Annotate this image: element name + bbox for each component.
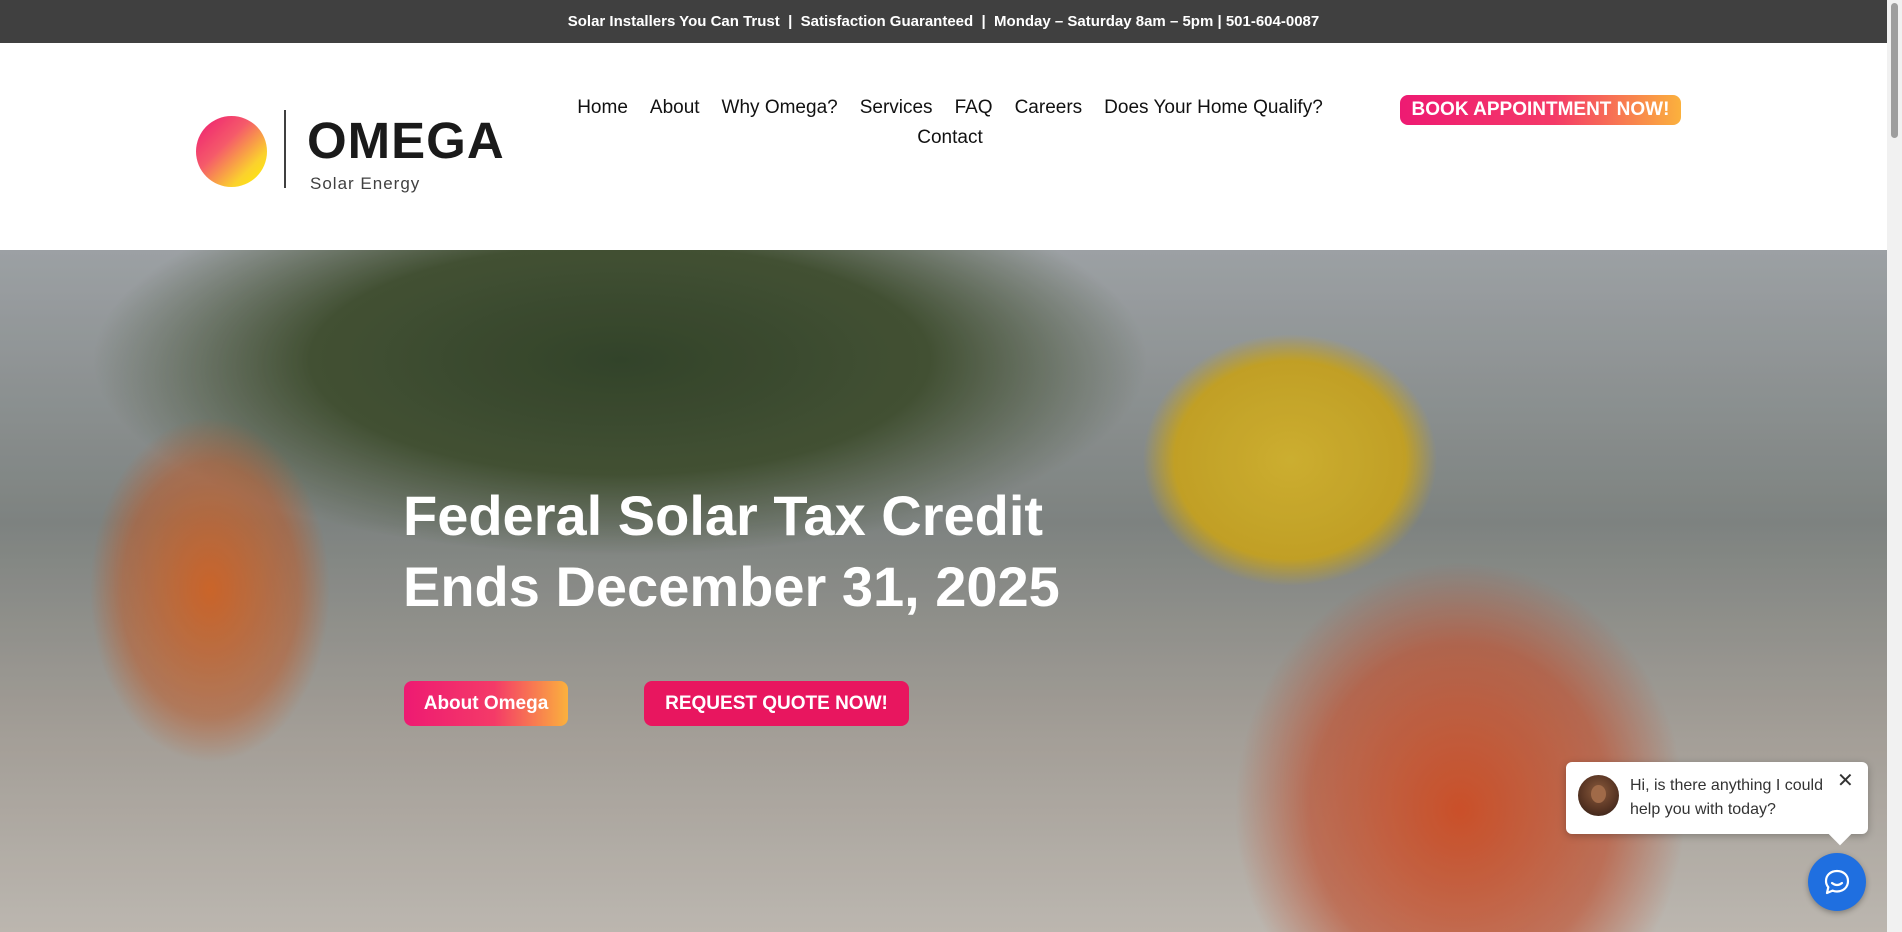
top-info-bar: Solar Installers You Can Trust | Satisfa… (0, 0, 1887, 43)
topbar-guarantee: Satisfaction Guaranteed (800, 13, 974, 30)
book-appointment-button[interactable]: BOOK APPOINTMENT NOW! (1400, 95, 1681, 125)
topbar-tagline: Solar Installers You Can Trust (567, 13, 780, 30)
chat-icon (1824, 869, 1850, 895)
logo-sun-icon (196, 116, 267, 187)
nav-home[interactable]: Home (577, 95, 628, 120)
nav-about[interactable]: About (650, 95, 700, 120)
nav-contact[interactable]: Contact (917, 125, 982, 150)
nav-faq[interactable]: FAQ (955, 95, 993, 120)
chat-launcher-button[interactable] (1808, 853, 1866, 911)
close-icon[interactable]: ✕ (1837, 771, 1854, 791)
chat-greeting-text: Hi, is there anything I could help you w… (1630, 777, 1823, 818)
request-quote-button[interactable]: REQUEST QUOTE NOW! (644, 681, 909, 726)
agent-avatar (1578, 775, 1619, 816)
logo-subtitle: Solar Energy (310, 174, 421, 193)
nav-careers[interactable]: Careers (1015, 95, 1083, 120)
page-scrollbar[interactable] (1887, 0, 1902, 932)
logo-divider (284, 110, 286, 188)
scrollbar-thumb[interactable] (1891, 3, 1898, 138)
hero-title: Federal Solar Tax Credit Ends December 3… (403, 480, 1303, 622)
site-header: OMEGA Solar Energy Home About Why Omega?… (0, 43, 1887, 250)
chat-greeting-bubble[interactable]: Hi, is there anything I could help you w… (1566, 762, 1868, 834)
about-omega-button[interactable]: About Omega (404, 681, 568, 726)
hero-title-line-1: Federal Solar Tax Credit (403, 484, 1044, 547)
main-nav: Home About Why Omega? Services FAQ Caree… (560, 95, 1340, 150)
hero-title-line-2: Ends December 31, 2025 (403, 555, 1060, 618)
topbar-separator: | (779, 13, 801, 30)
topbar-separator: | (973, 13, 995, 30)
topbar-hours-phone[interactable]: Monday – Saturday 8am – 5pm | 501-604-00… (994, 13, 1319, 30)
nav-why-omega[interactable]: Why Omega? (722, 95, 838, 120)
logo-name: OMEGA (307, 112, 505, 169)
nav-services[interactable]: Services (860, 95, 933, 120)
nav-does-your-home-qualify[interactable]: Does Your Home Qualify? (1104, 95, 1323, 120)
omega-logo[interactable]: OMEGA Solar Energy (196, 109, 504, 193)
